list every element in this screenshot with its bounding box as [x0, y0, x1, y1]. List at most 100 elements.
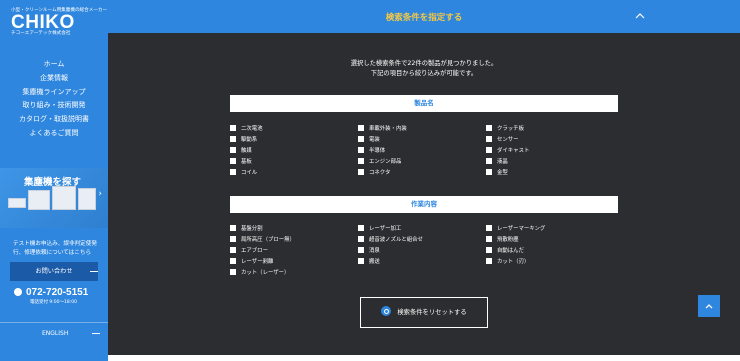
- checkbox-option[interactable]: 基盤分割: [230, 225, 263, 235]
- footer-strip: [108, 355, 740, 361]
- phone-hours: 電話受付 9:00～18:00: [30, 300, 78, 305]
- chevron-right-icon: ›: [98, 189, 102, 199]
- checkbox-option[interactable]: コイル: [230, 169, 257, 179]
- checkbox-option[interactable]: 超音波ノズルと組合せ: [358, 236, 423, 246]
- nav-item-technology[interactable]: 取り組み・技術開発: [0, 99, 108, 113]
- checkbox-option[interactable]: 電装: [358, 136, 380, 146]
- checkbox-label: 二次電池: [241, 126, 263, 132]
- nav-item-home[interactable]: ホーム: [0, 58, 108, 72]
- checkbox-label: 車載外装・内装: [369, 126, 407, 132]
- checkbox[interactable]: [486, 247, 492, 253]
- checkbox-label: コネクタ: [369, 170, 391, 176]
- checkbox-option[interactable]: 車載外装・内装: [358, 125, 407, 135]
- checkbox-option[interactable]: 搬送: [358, 258, 380, 268]
- chevron-up-icon: [705, 304, 713, 309]
- checkbox[interactable]: [230, 236, 236, 242]
- checkbox-label: 駆動系: [241, 137, 258, 143]
- checkbox[interactable]: [358, 236, 364, 242]
- checkbox-option[interactable]: 消泉: [358, 247, 380, 257]
- sidebar-footer: [0, 344, 108, 361]
- search-conditions-header[interactable]: 検索条件を指定する: [108, 0, 740, 33]
- checkbox[interactable]: [358, 225, 364, 231]
- checkbox[interactable]: [230, 125, 236, 131]
- checkbox[interactable]: [358, 247, 364, 253]
- checkbox-option[interactable]: 半導体: [358, 147, 385, 157]
- reset-button[interactable]: 検索条件をリセットする: [360, 297, 488, 328]
- checkbox[interactable]: [230, 158, 236, 164]
- checkbox-label: 超音波ノズルと組合せ: [369, 237, 423, 243]
- checkbox-label: 飛散粉塵: [497, 237, 519, 243]
- checkbox-option[interactable]: カット（刃）: [486, 258, 529, 268]
- checkbox-option[interactable]: レーザーマーキング: [486, 225, 545, 235]
- checkbox-option[interactable]: 液晶: [486, 158, 508, 168]
- checkbox[interactable]: [486, 258, 492, 264]
- result-line-1: 選択した検索条件で22件の製品が見つかりました。: [350, 60, 498, 67]
- checkbox-option[interactable]: 二次電池: [230, 125, 263, 135]
- checkbox-option[interactable]: コネクタ: [358, 169, 390, 179]
- checkbox[interactable]: [358, 125, 364, 131]
- product-options: 二次電池 車載外装・内装 クラッチ板駆動系 電装 センサー触媒 半導体 ダイキャスト基板 エン…: [230, 125, 630, 185]
- checkbox[interactable]: [230, 258, 236, 264]
- checkbox[interactable]: [486, 136, 492, 142]
- checkbox-option[interactable]: レーザー加工: [358, 225, 401, 235]
- checkbox[interactable]: [486, 169, 492, 175]
- header-title: 検索条件を指定する: [385, 13, 463, 23]
- checkbox-option[interactable]: エンジン部品: [358, 158, 401, 168]
- nav-item-catalog[interactable]: カタログ・取扱説明書: [0, 113, 108, 127]
- search-panel: 選択した検索条件で22件の製品が見つかりました。 下記の項目から絞り込みが可能で…: [108, 33, 740, 355]
- contact-button[interactable]: お問い合わせ: [10, 262, 98, 281]
- scroll-to-top-button[interactable]: [698, 295, 720, 317]
- checkbox-option[interactable]: エアブロー: [230, 247, 268, 257]
- checkbox-label: 自動はんだ: [497, 248, 524, 254]
- checkbox[interactable]: [486, 236, 492, 242]
- checkbox-option[interactable]: 自動はんだ: [486, 247, 524, 257]
- search-products-banner[interactable]: 集塵機を探す ›: [0, 168, 108, 228]
- reset-button-label: 検索条件をリセットする: [397, 309, 467, 316]
- section-title-product: 製品名: [230, 95, 618, 112]
- phone-number[interactable]: 072-720-5151: [14, 287, 88, 298]
- checkbox-option[interactable]: 基板: [230, 158, 252, 168]
- contact-button-label: お問い合わせ: [35, 268, 73, 275]
- checkbox[interactable]: [358, 136, 364, 142]
- checkbox[interactable]: [358, 147, 364, 153]
- checkbox-label: 液晶: [497, 159, 508, 165]
- checkbox[interactable]: [358, 158, 364, 164]
- nav-item-lineup[interactable]: 集塵機ラインアップ: [0, 86, 108, 100]
- checkbox[interactable]: [358, 169, 364, 175]
- section-title-work: 作業内容: [230, 196, 618, 213]
- checkbox-label: 局所高圧（ブロー無）: [241, 237, 295, 243]
- checkbox[interactable]: [230, 136, 236, 142]
- checkbox-option[interactable]: ダイキャスト: [486, 147, 529, 157]
- contact-description: テスト機お申込み、誤非判定使発行、修理依頼についてはこちら: [13, 241, 97, 256]
- logo[interactable]: 小型・クリーンルーム用集塵機の総合メーカー CHIKO チコーエアーテック株式会…: [11, 8, 107, 37]
- checkbox-option[interactable]: センサー: [486, 136, 519, 146]
- checkbox[interactable]: [486, 158, 492, 164]
- checkbox[interactable]: [230, 269, 236, 275]
- checkbox[interactable]: [230, 225, 236, 231]
- checkbox[interactable]: [230, 147, 236, 153]
- checkbox[interactable]: [230, 169, 236, 175]
- nav-item-company[interactable]: 企業情報: [0, 72, 108, 86]
- checkbox-option[interactable]: 局所高圧（ブロー無）: [230, 236, 295, 246]
- checkbox-option[interactable]: レーザー剥離: [230, 258, 273, 268]
- checkbox-label: 基盤分割: [241, 226, 263, 232]
- machine-image: [52, 186, 76, 210]
- logo-company: チコーエアーテック株式会社: [11, 31, 71, 36]
- checkbox[interactable]: [486, 125, 492, 131]
- checkbox-option[interactable]: 触媒: [230, 147, 252, 157]
- checkbox[interactable]: [486, 147, 492, 153]
- chevron-up-icon[interactable]: [635, 11, 645, 21]
- checkbox-label: センサー: [497, 137, 519, 143]
- language-english-link[interactable]: ENGLISH: [0, 322, 108, 344]
- checkbox[interactable]: [486, 225, 492, 231]
- checkbox-option[interactable]: クラッチ板: [486, 125, 524, 135]
- checkbox[interactable]: [230, 247, 236, 253]
- result-message: 選択した検索条件で22件の製品が見つかりました。 下記の項目から絞り込みが可能で…: [108, 59, 740, 79]
- checkbox-option[interactable]: 金型: [486, 169, 508, 179]
- checkbox-option[interactable]: 駆動系: [230, 136, 257, 146]
- checkbox-option[interactable]: カット（レーザー）: [230, 269, 289, 279]
- checkbox[interactable]: [358, 258, 364, 264]
- nav-item-faq[interactable]: よくあるご質問: [0, 127, 108, 141]
- checkbox-label: レーザー剥離: [241, 259, 274, 265]
- checkbox-option[interactable]: 飛散粉塵: [486, 236, 519, 246]
